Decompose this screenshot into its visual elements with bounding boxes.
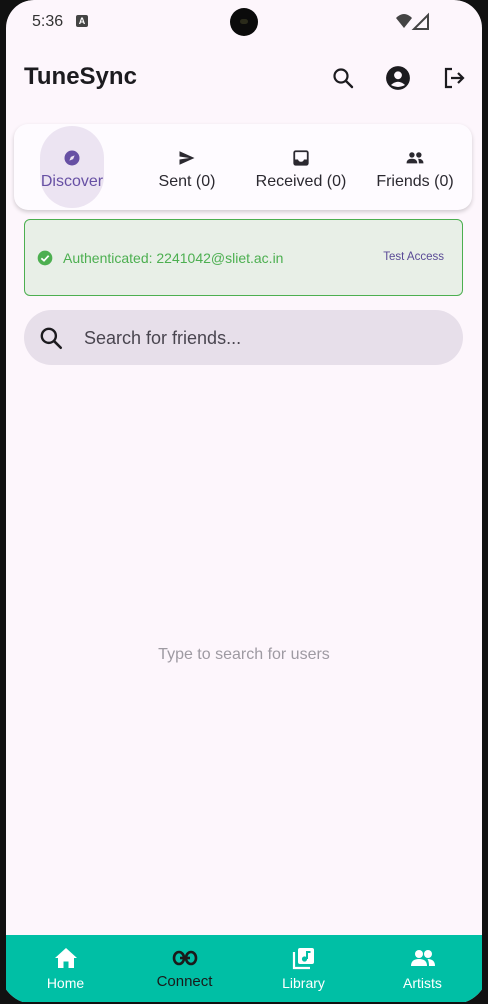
account-circle-icon — [386, 66, 410, 90]
wifi-signal-icon — [396, 12, 429, 30]
tab-label: Discover — [40, 173, 104, 190]
app-title: TuneSync — [24, 63, 137, 90]
search-input[interactable] — [84, 324, 444, 352]
empty-state-text: Type to search for users — [158, 646, 330, 663]
nav-home[interactable]: Home — [6, 935, 125, 1002]
inbox-icon — [292, 147, 310, 169]
tab-received[interactable]: Received (0) — [244, 124, 358, 210]
auth-status-text: Authenticated: 2241042@sliet.ac.in — [63, 250, 284, 266]
status-time: 5:36 — [32, 13, 64, 30]
check-circle-icon — [37, 250, 53, 266]
bottom-navigation: Home Connect Library Artists — [6, 935, 482, 1002]
auth-status-banner: Authenticated: 2241042@sliet.ac.in Test … — [24, 219, 463, 296]
logout-icon — [444, 67, 465, 89]
search-icon — [333, 68, 354, 89]
nav-library[interactable]: Library — [244, 935, 363, 1002]
people-icon — [410, 945, 436, 971]
search-icon — [40, 327, 63, 350]
compass-icon — [63, 147, 81, 169]
nav-label: Library — [282, 975, 325, 991]
tab-sent[interactable]: Sent (0) — [130, 124, 244, 210]
nav-label: Artists — [403, 975, 442, 991]
send-icon — [178, 147, 196, 169]
nav-label: Connect — [156, 973, 213, 990]
nav-label: Home — [46, 975, 85, 991]
tab-friends[interactable]: Friends (0) — [358, 124, 472, 210]
friends-tab-bar: Discover Sent (0) Received (0) Friends (… — [14, 124, 472, 210]
camera-cutout — [230, 8, 258, 36]
tab-label: Friends (0) — [376, 173, 454, 190]
nav-connect[interactable]: Connect — [125, 935, 244, 1002]
device-frame: 5:36 A TuneSync Discover Sent (0) Receiv… — [0, 0, 488, 1004]
tab-label: Received (0) — [255, 173, 347, 190]
a-icon: A — [76, 15, 88, 27]
search-button[interactable] — [327, 62, 359, 94]
link-icon — [172, 945, 198, 971]
people-icon — [405, 147, 425, 169]
status-bar: 5:36 A — [6, 0, 482, 44]
tab-label: Sent (0) — [158, 173, 216, 190]
tab-discover[interactable]: Discover — [14, 124, 130, 210]
app-screen: 5:36 A TuneSync Discover Sent (0) Receiv… — [6, 0, 482, 1002]
home-icon — [54, 945, 78, 971]
logout-button[interactable] — [438, 62, 470, 94]
test-access-button[interactable]: Test Access — [383, 251, 444, 263]
search-bar[interactable] — [24, 310, 463, 365]
nav-artists[interactable]: Artists — [363, 935, 482, 1002]
library-music-icon — [292, 945, 316, 971]
account-button[interactable] — [382, 62, 414, 94]
